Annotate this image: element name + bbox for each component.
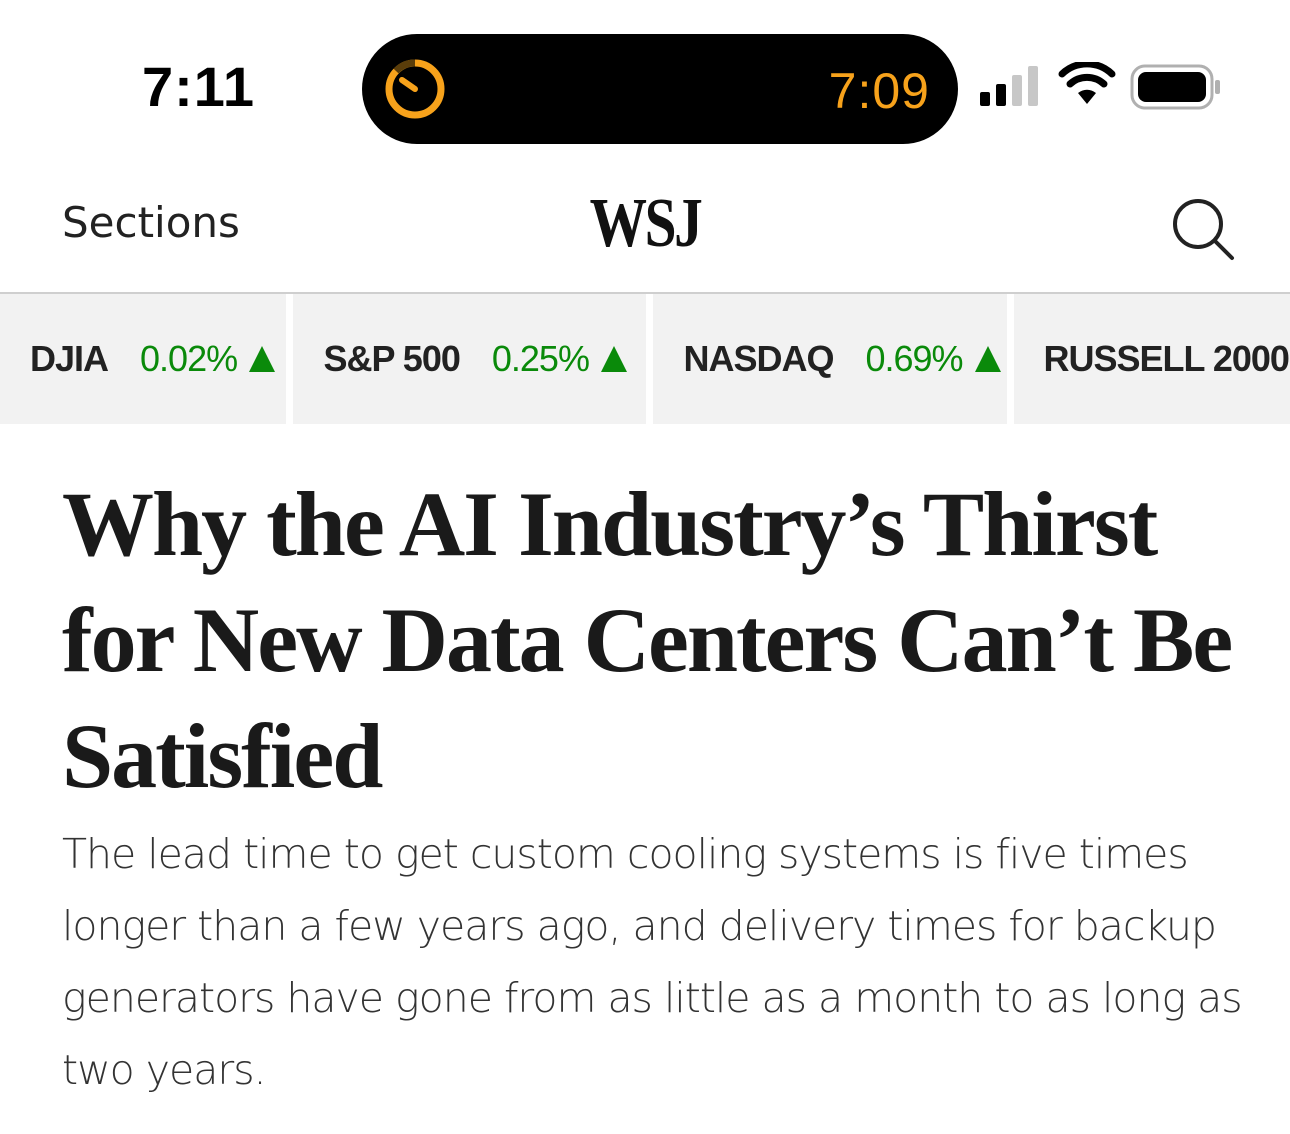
ticker-name: RUSSELL 2000 xyxy=(1043,338,1290,379)
dynamic-island[interactable]: 7:09 xyxy=(362,34,958,144)
status-bar: 7:11 7:09 xyxy=(0,0,1290,170)
search-icon[interactable] xyxy=(1168,194,1238,264)
market-ticker[interactable]: DJIA 0.02% S&P 500 0.25% NASDAQ 0.69% RU… xyxy=(0,294,1290,424)
article-summary: The lead time to get custom cooling syst… xyxy=(62,830,1243,1094)
ticker-change: 0.25% xyxy=(491,338,590,379)
article-headline[interactable]: Why the AI Industry’s Thirst for New Dat… xyxy=(62,466,1252,814)
ticker-name: DJIA xyxy=(30,338,109,379)
wsj-logo[interactable]: WSJ xyxy=(116,184,1174,264)
ticker-change: 0.69% xyxy=(865,338,963,379)
wifi-icon xyxy=(1058,62,1116,104)
top-nav-bar: Sections WSJ xyxy=(0,170,1290,294)
ticker-item-nasdaq[interactable]: NASDAQ 0.69% xyxy=(653,294,1007,424)
up-arrow-icon xyxy=(600,346,627,372)
ticker-item-djia[interactable]: DJIA 0.02% xyxy=(0,294,287,424)
ticker-change: 0.02% xyxy=(140,338,238,379)
ticker-name: NASDAQ xyxy=(683,338,834,379)
battery-icon xyxy=(1130,64,1220,110)
up-arrow-icon xyxy=(974,346,1001,372)
cellular-signal-icon xyxy=(980,66,1038,106)
ticker-item-russell-2000[interactable]: RUSSELL 2000 xyxy=(1013,294,1290,424)
status-time: 7:11 xyxy=(142,55,255,118)
ticker-item-sp500[interactable]: S&P 500 0.25% xyxy=(293,294,647,424)
up-arrow-icon xyxy=(249,346,276,372)
island-timer-text: 7:09 xyxy=(828,63,930,119)
timer-icon xyxy=(385,59,445,119)
ticker-name: S&P 500 xyxy=(323,338,460,379)
